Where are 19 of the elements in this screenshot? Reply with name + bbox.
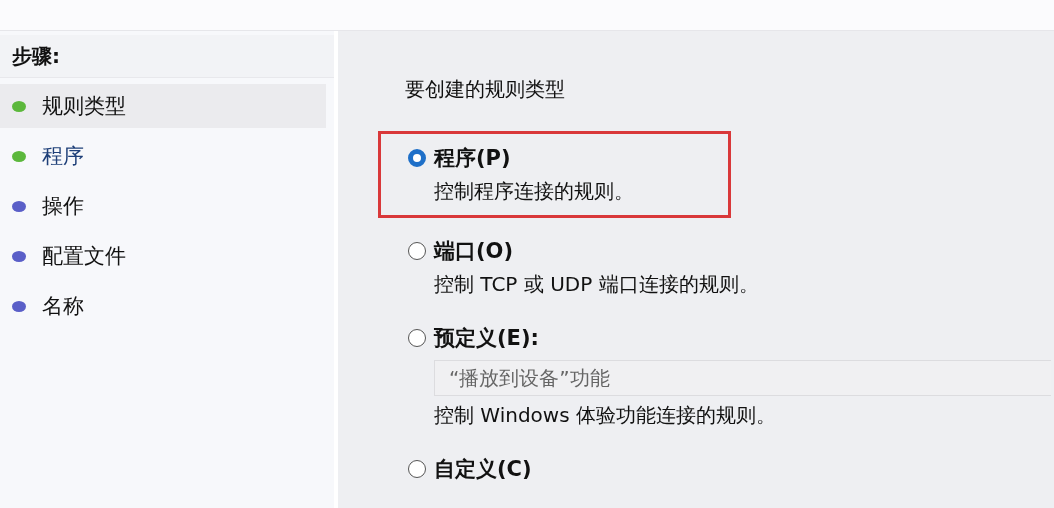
- radio-button[interactable]: [408, 329, 426, 347]
- step-item[interactable]: 程序: [0, 134, 326, 178]
- step-item[interactable]: 名称: [0, 284, 326, 328]
- steps-title: 步骤:: [0, 35, 334, 78]
- option-description: 控制 TCP 或 UDP 端口连接的规则。: [434, 271, 760, 298]
- step-item[interactable]: 操作: [0, 184, 326, 228]
- dropdown-field[interactable]: “播放到设备”功能: [434, 360, 1051, 396]
- option-description: 控制 Windows 体验功能连接的规则。: [434, 402, 777, 429]
- option-label[interactable]: 程序(P): [434, 144, 511, 172]
- radio-button[interactable]: [408, 460, 426, 478]
- step-item[interactable]: 配置文件: [0, 234, 326, 278]
- step-item[interactable]: 规则类型: [0, 84, 326, 128]
- option-label[interactable]: 自定义(C): [434, 455, 532, 483]
- section-heading: 要创建的规则类型: [405, 76, 566, 103]
- option-description: 控制程序连接的规则。: [434, 178, 635, 205]
- option-label[interactable]: 端口(O): [434, 237, 514, 265]
- radio-button[interactable]: [408, 242, 426, 260]
- option-label[interactable]: 预定义(E):: [434, 324, 539, 352]
- radio-button[interactable]: [408, 149, 426, 167]
